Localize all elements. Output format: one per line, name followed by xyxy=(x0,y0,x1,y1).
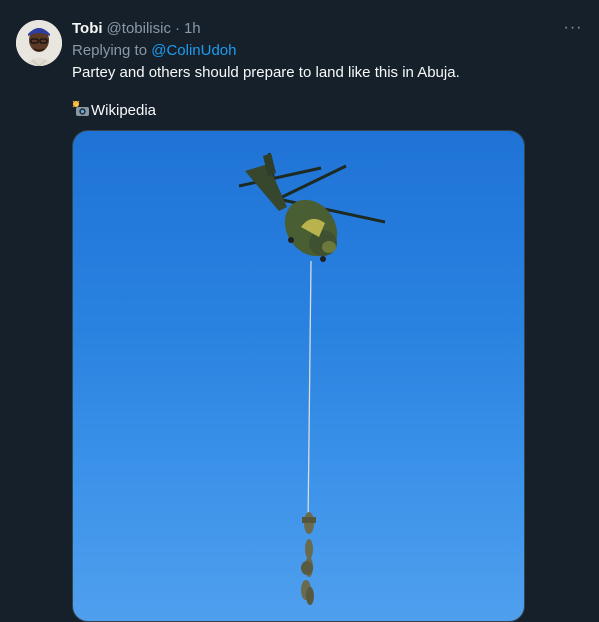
soldiers xyxy=(301,512,316,605)
tweet-header: Tobi @tobilisic · 1h xyxy=(72,19,201,39)
rappel-rope xyxy=(307,260,312,527)
reply-mention-link[interactable]: @ColinUdoh xyxy=(151,42,236,59)
source-label: Wikipedia xyxy=(91,102,157,119)
replying-to: Replying to @ColinUdoh xyxy=(72,41,237,61)
author-display-name[interactable]: Tobi xyxy=(72,20,103,37)
tweet-timestamp[interactable]: 1h xyxy=(184,20,201,37)
user-avatar-icon xyxy=(16,20,62,66)
helicopter-icon xyxy=(238,152,386,262)
tweet-source-line: Wikipedia xyxy=(72,100,156,121)
author-avatar[interactable] xyxy=(16,20,62,66)
camera-flash-icon xyxy=(72,100,89,116)
helicopter-rappel-photo xyxy=(238,152,386,605)
tweet[interactable]: Tobi @tobilisic · 1h ··· Replying to @Colin… xyxy=(0,0,599,622)
tweet-media-photo[interactable] xyxy=(72,130,525,622)
separator-dot: · xyxy=(174,20,180,37)
more-options-icon[interactable]: ··· xyxy=(563,20,583,40)
tweet-text: Partey and others should prepare to land… xyxy=(72,64,460,81)
replying-to-label: Replying to xyxy=(72,42,148,59)
author-handle[interactable]: @tobilisic xyxy=(107,20,171,37)
